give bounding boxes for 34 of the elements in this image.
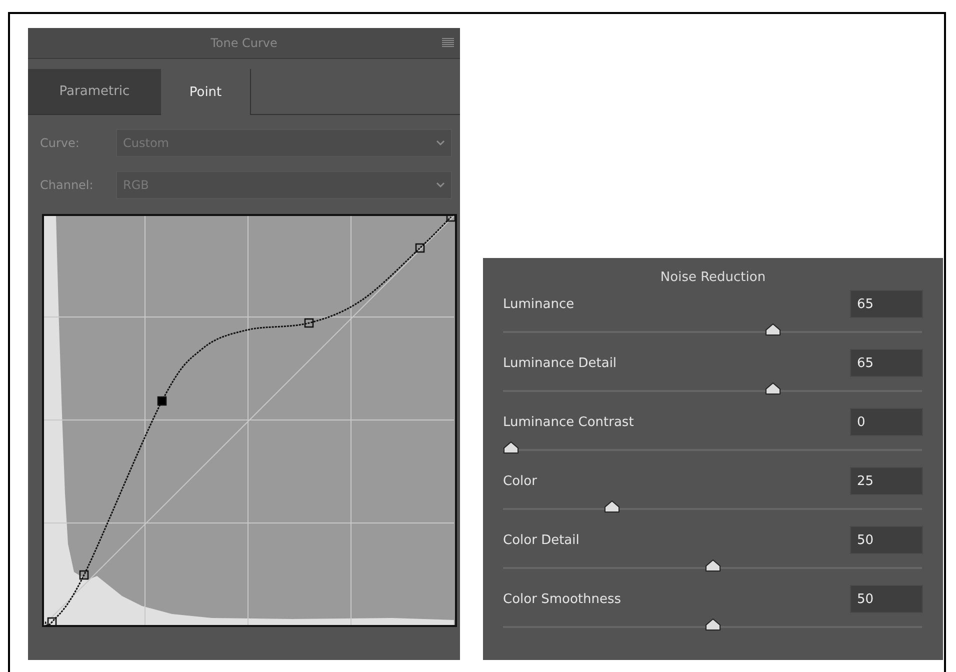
slider-label: Luminance (503, 296, 574, 312)
slider-thumb[interactable] (764, 323, 781, 336)
slider[interactable] (503, 500, 922, 514)
tab[interactable]: Parametric (28, 69, 161, 114)
slider[interactable] (503, 559, 922, 573)
slider[interactable] (503, 618, 922, 632)
field-label: Curve: (40, 136, 80, 150)
menu-icon[interactable] (442, 38, 454, 47)
tab[interactable]: Point (161, 69, 251, 115)
slider-label: Color Smoothness (503, 592, 622, 606)
tone-curve-graph[interactable] (42, 214, 457, 627)
slider-label: Color Detail (503, 532, 580, 548)
slider-thumb[interactable] (764, 382, 781, 395)
value-field[interactable]: 65 (850, 349, 923, 377)
chevron-icon (436, 140, 445, 146)
slider[interactable] (503, 441, 922, 455)
slider[interactable] (503, 382, 922, 396)
value-field[interactable]: 50 (850, 585, 923, 613)
panel-title: Tone Curve (210, 36, 278, 50)
value-field[interactable]: 25 (850, 467, 923, 495)
slider-label: Luminance Detail (503, 356, 617, 370)
panel-title: Noise Reduction (660, 270, 766, 285)
slider[interactable] (503, 323, 922, 337)
slider-label: Color (503, 474, 537, 488)
slider-label: Luminance Contrast (503, 414, 634, 430)
chevron-icon (436, 182, 445, 188)
value-field[interactable]: 0 (850, 408, 923, 436)
value-field[interactable]: 65 (850, 290, 923, 318)
slider-thumb[interactable] (704, 559, 720, 572)
slider-thumb[interactable] (503, 441, 519, 454)
field-label: Channel: (40, 178, 94, 192)
slider-thumb[interactable] (704, 618, 720, 631)
value-field[interactable]: 50 (850, 526, 923, 554)
slider-thumb[interactable] (604, 500, 620, 513)
